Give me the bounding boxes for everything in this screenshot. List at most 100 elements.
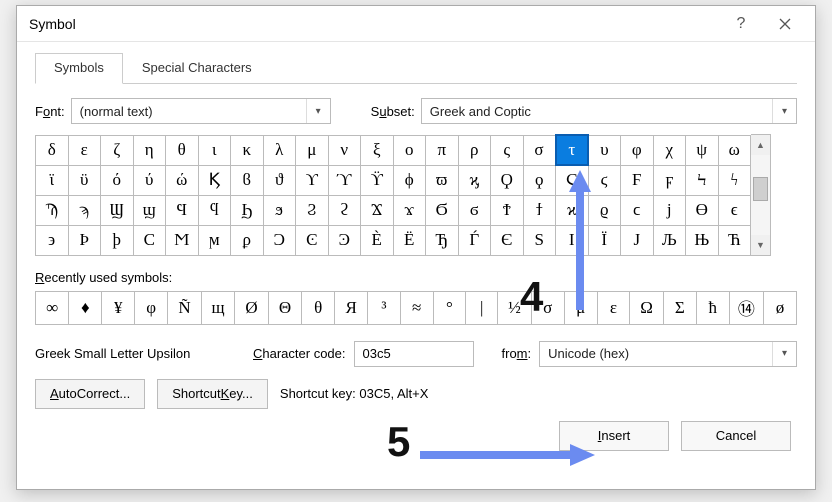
- symbol-cell[interactable]: θ: [166, 135, 199, 165]
- symbol-cell[interactable]: І: [556, 225, 589, 255]
- symbol-cell[interactable]: ϱ: [588, 195, 621, 225]
- recent-cell[interactable]: Σ: [663, 291, 696, 324]
- symbol-cell[interactable]: ω: [718, 135, 751, 165]
- symbol-cell[interactable]: μ: [296, 135, 329, 165]
- symbol-cell[interactable]: ϕ: [393, 165, 426, 195]
- recent-cell[interactable]: Ω: [630, 291, 664, 324]
- symbol-cell[interactable]: Ђ: [426, 225, 459, 255]
- symbol-cell[interactable]: Ѓ: [458, 225, 491, 255]
- symbol-cell[interactable]: ξ: [361, 135, 394, 165]
- symbol-cell[interactable]: ζ: [101, 135, 134, 165]
- symbol-cell[interactable]: Ϸ: [68, 225, 101, 255]
- symbol-cell[interactable]: ϯ: [523, 195, 556, 225]
- recent-cell[interactable]: ♦: [69, 291, 102, 324]
- symbol-cell[interactable]: ϫ: [393, 195, 426, 225]
- recent-cell[interactable]: °: [433, 291, 466, 324]
- recent-cell[interactable]: Я: [335, 291, 368, 324]
- symbol-cell[interactable]: ϙ: [523, 165, 556, 195]
- symbol-cell[interactable]: ϓ: [328, 165, 361, 195]
- symbol-cell[interactable]: Ϙ: [491, 165, 524, 195]
- symbol-cell[interactable]: Ͽ: [328, 225, 361, 255]
- recent-cell[interactable]: μ: [564, 291, 597, 324]
- symbol-cell[interactable]: Ј: [621, 225, 654, 255]
- symbol-cell[interactable]: Њ: [686, 225, 719, 255]
- symbol-cell[interactable]: ϰ: [556, 195, 589, 225]
- recent-cell[interactable]: Ø: [235, 291, 268, 324]
- tab-symbols[interactable]: Symbols: [35, 53, 123, 84]
- symbol-cell[interactable]: ρ: [458, 135, 491, 165]
- symbol-cell[interactable]: Ϻ: [166, 225, 199, 255]
- recent-cell[interactable]: ≈: [400, 291, 433, 324]
- symbol-cell[interactable]: Ϫ: [361, 195, 394, 225]
- symbol-cell[interactable]: ϐ: [231, 165, 264, 195]
- symbol-cell[interactable]: λ: [263, 135, 296, 165]
- symbol-cell[interactable]: ώ: [166, 165, 199, 195]
- symbol-cell[interactable]: Ϯ: [491, 195, 524, 225]
- symbol-cell[interactable]: Ϗ: [198, 165, 231, 195]
- symbol-cell[interactable]: ε: [68, 135, 101, 165]
- symbol-cell[interactable]: ϗ: [458, 165, 491, 195]
- recent-cell[interactable]: θ: [302, 291, 335, 324]
- symbol-cell[interactable]: ϔ: [361, 165, 394, 195]
- autocorrect-button[interactable]: AutoCorrect...: [35, 379, 145, 409]
- symbol-cell[interactable]: Ї: [588, 225, 621, 255]
- symbol-cell[interactable]: ϊ: [36, 165, 69, 195]
- symbol-cell[interactable]: Ϩ: [296, 195, 329, 225]
- cancel-button[interactable]: Cancel: [681, 421, 791, 451]
- symbol-cell[interactable]: ϡ: [68, 195, 101, 225]
- symbol-cell[interactable]: ν: [328, 135, 361, 165]
- symbol-cell[interactable]: Ϛ: [556, 165, 589, 195]
- symbol-cell[interactable]: ϲ: [621, 195, 654, 225]
- symbol-cell[interactable]: Ϝ: [621, 165, 654, 195]
- scroll-thumb[interactable]: [753, 177, 768, 201]
- symbol-cell[interactable]: Ѐ: [361, 225, 394, 255]
- symbol-cell[interactable]: ϛ: [588, 165, 621, 195]
- symbol-cell[interactable]: ϖ: [426, 165, 459, 195]
- subset-combo[interactable]: Greek and Coptic ▾: [421, 98, 797, 124]
- recent-cell[interactable]: ¥: [102, 291, 135, 324]
- font-combo[interactable]: (normal text) ▾: [71, 98, 331, 124]
- symbol-cell[interactable]: κ: [231, 135, 264, 165]
- from-combo[interactable]: Unicode (hex) ▾: [539, 341, 797, 367]
- symbol-cell[interactable]: Ϟ: [686, 165, 719, 195]
- recent-cell[interactable]: ³: [368, 291, 400, 324]
- symbol-cell[interactable]: Ͼ: [296, 225, 329, 255]
- symbol-cell[interactable]: ϳ: [653, 195, 686, 225]
- symbol-cell[interactable]: Љ: [653, 225, 686, 255]
- recent-cell[interactable]: ⑭: [729, 291, 763, 324]
- symbol-cell[interactable]: Ϣ: [101, 195, 134, 225]
- scroll-track[interactable]: [751, 155, 770, 235]
- scroll-up-icon[interactable]: ▲: [751, 135, 770, 155]
- symbol-cell[interactable]: ς: [491, 135, 524, 165]
- chevron-down-icon[interactable]: ▾: [772, 99, 796, 123]
- recent-cell[interactable]: ħ: [696, 291, 729, 324]
- symbol-cell[interactable]: Ϭ: [426, 195, 459, 225]
- symbol-cell[interactable]: Ϥ: [166, 195, 199, 225]
- symbol-cell[interactable]: ϻ: [198, 225, 231, 255]
- symbol-cell[interactable]: ϋ: [68, 165, 101, 195]
- recent-cell[interactable]: ∞: [36, 291, 69, 324]
- symbol-cell[interactable]: φ: [621, 135, 654, 165]
- symbol-cell[interactable]: ϭ: [458, 195, 491, 225]
- symbol-cell[interactable]: υ: [588, 135, 621, 165]
- help-button[interactable]: ?: [719, 8, 763, 40]
- recent-cell[interactable]: ε: [597, 291, 630, 324]
- titlebar[interactable]: Symbol ?: [17, 6, 815, 42]
- symbol-cell[interactable]: ό: [101, 165, 134, 195]
- recent-cell[interactable]: ø: [763, 291, 796, 324]
- symbol-cell[interactable]: ϶: [36, 225, 69, 255]
- symbol-cell[interactable]: ϣ: [133, 195, 166, 225]
- symbol-cell[interactable]: ψ: [686, 135, 719, 165]
- symbol-cell[interactable]: ϴ: [686, 195, 719, 225]
- recent-cell[interactable]: щ: [201, 291, 235, 324]
- symbol-cell[interactable]: Ϲ: [133, 225, 166, 255]
- scroll-down-icon[interactable]: ▼: [751, 235, 770, 255]
- symbol-cell[interactable]: Ͻ: [263, 225, 296, 255]
- symbol-cell[interactable]: ϟ: [718, 165, 751, 195]
- symbol-cell[interactable]: ϒ: [296, 165, 329, 195]
- symbol-cell[interactable]: χ: [653, 135, 686, 165]
- recent-cell[interactable]: φ: [135, 291, 168, 324]
- symbol-cell[interactable]: ϑ: [263, 165, 296, 195]
- symbol-cell[interactable]: Ϧ: [231, 195, 264, 225]
- symbol-cell[interactable]: ϩ: [328, 195, 361, 225]
